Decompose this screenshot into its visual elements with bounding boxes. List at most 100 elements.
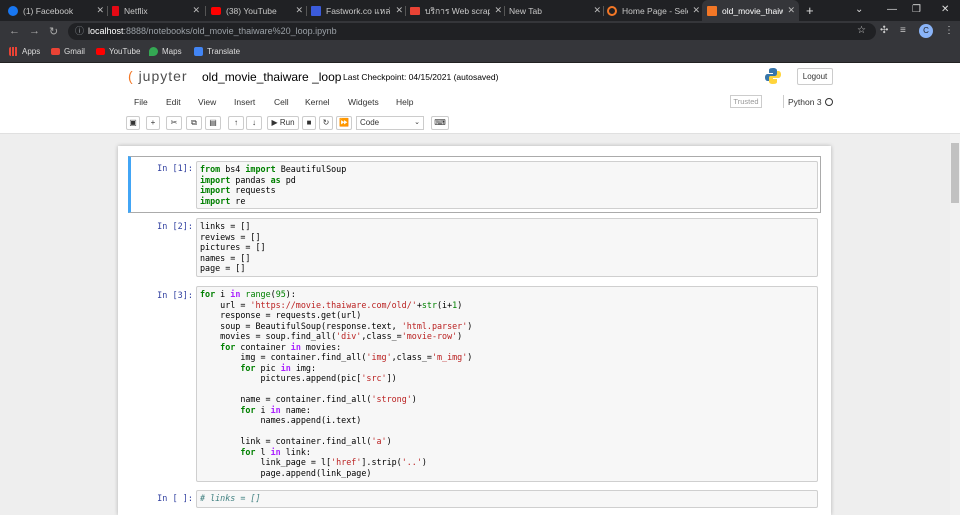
bookmark-youtube[interactable]: YouTube — [96, 47, 140, 56]
menu-kernel[interactable]: Kernel — [305, 97, 330, 107]
back-icon[interactable]: ← — [9, 25, 20, 37]
jupyter-logo[interactable]: ( jupyter — [128, 68, 188, 84]
tab-title: old_movie_thaiwa — [722, 5, 784, 16]
insert-cell-icon[interactable]: + — [146, 116, 160, 130]
cell-type-value: Code — [360, 118, 380, 127]
tab-new-tab[interactable]: New Tab ✕ — [509, 0, 601, 21]
paste-icon[interactable]: ▤ — [205, 116, 221, 130]
url-path: :8888/notebooks/old_movie_thaiware%20_lo… — [123, 26, 337, 36]
close-icon[interactable]: ✕ — [295, 5, 303, 16]
code-editor[interactable]: # links = [] — [196, 490, 818, 508]
kernel-separator — [783, 95, 784, 108]
notebook-name[interactable]: old_movie_thaiware _loop — [202, 70, 341, 84]
media-icon[interactable]: ≡ — [900, 25, 906, 36]
bookmark-label: Maps — [162, 47, 182, 56]
bookmark-star-icon[interactable]: ☆ — [857, 25, 866, 36]
address-bar[interactable]: ⓘ localhost:8888/notebooks/old_movie_tha… — [68, 23, 876, 40]
menu-insert[interactable]: Insert — [234, 97, 255, 107]
tab-search-icon[interactable]: ⌄ — [855, 4, 863, 15]
extensions-icon[interactable]: ✣ — [880, 25, 888, 36]
apps-grid-icon — [9, 47, 18, 56]
run-label: Run — [279, 118, 295, 127]
stop-icon[interactable]: ■ — [302, 116, 316, 130]
run-button[interactable]: ▶ Run — [267, 116, 299, 130]
jupyter-icon — [607, 5, 617, 16]
tab-fastwork[interactable]: Fastwork.co แหล่งร ✕ — [311, 0, 403, 21]
close-icon[interactable]: ✕ — [593, 5, 601, 16]
cell-prompt: In [1]: — [157, 164, 193, 174]
code-editor[interactable]: from bs4 import BeautifulSoup import pan… — [196, 161, 818, 209]
cut-icon[interactable]: ✂ — [166, 116, 182, 130]
tab-notebook-active[interactable]: old_movie_thaiwa ✕ — [702, 0, 799, 21]
move-up-icon[interactable]: ↑ — [228, 116, 244, 130]
logo-text: jupyter — [138, 68, 188, 84]
bookmark-translate[interactable]: Translate — [194, 47, 240, 56]
cell-prompt: In [2]: — [157, 222, 193, 232]
menu-edit[interactable]: Edit — [166, 97, 181, 107]
scrollbar-thumb[interactable] — [951, 143, 959, 203]
reload-icon[interactable]: ↻ — [49, 25, 58, 38]
maximize-icon[interactable]: ❐ — [912, 4, 921, 15]
tab-title: Netflix — [124, 5, 148, 16]
code-editor[interactable]: for i in range(95): url = 'https://movie… — [196, 286, 818, 482]
checkpoint-status: Last Checkpoint: 04/15/2021 (autosaved) — [343, 72, 499, 82]
menu-file[interactable]: File — [134, 97, 148, 107]
copy-icon[interactable]: ⧉ — [186, 116, 202, 130]
cell-prompt: In [ ]: — [157, 494, 193, 504]
trusted-badge[interactable]: Trusted — [730, 95, 762, 108]
menu-help[interactable]: Help — [396, 97, 413, 107]
tab-youtube[interactable]: (38) YouTube ✕ — [211, 0, 303, 21]
youtube-icon — [96, 48, 105, 55]
code-editor[interactable]: links = [] reviews = [] pictures = [] na… — [196, 218, 818, 277]
browser-tab-strip: (1) Facebook ✕ Netflix ✕ (38) YouTube ✕ … — [0, 0, 960, 21]
restart-icon[interactable]: ↻ — [319, 116, 333, 130]
tab-gmail[interactable]: บริการ Web scrapi ✕ — [410, 0, 502, 21]
restart-run-all-icon[interactable]: ⏩ — [336, 116, 352, 130]
bookmark-label: YouTube — [109, 47, 141, 56]
bookmark-maps[interactable]: Maps — [149, 47, 182, 56]
browser-menu-icon[interactable]: ⋮ — [944, 25, 954, 36]
tab-title: New Tab — [509, 5, 542, 16]
translate-icon — [194, 47, 203, 56]
cell-prompt: In [3]: — [157, 291, 193, 301]
minimize-icon[interactable]: — — [887, 4, 897, 15]
close-icon[interactable]: ✕ — [395, 5, 403, 16]
notebook-toolbar — [0, 112, 960, 134]
bookmarks-bar: Apps Gmail YouTube Maps Translate — [0, 42, 960, 63]
close-icon[interactable]: ✕ — [96, 5, 104, 16]
menu-view[interactable]: View — [198, 97, 216, 107]
tab-facebook[interactable]: (1) Facebook ✕ — [8, 0, 104, 21]
menu-cell[interactable]: Cell — [274, 97, 289, 107]
profile-avatar[interactable]: C — [919, 24, 933, 38]
tab-title: (1) Facebook — [23, 5, 74, 16]
close-icon[interactable]: ✕ — [787, 5, 795, 16]
cell-type-select[interactable]: Code ⌄ — [356, 116, 424, 130]
close-icon[interactable]: ✕ — [692, 5, 700, 16]
bookmark-label: Gmail — [64, 47, 85, 56]
browser-toolbar: ← → ↻ ⓘ localhost:8888/notebooks/old_mov… — [0, 21, 960, 42]
url-host: localhost — [88, 26, 124, 36]
forward-icon[interactable]: → — [29, 25, 40, 37]
bookmark-apps[interactable]: Apps — [9, 47, 40, 56]
move-down-icon[interactable]: ↓ — [246, 116, 262, 130]
command-palette-icon[interactable]: ⌨ — [431, 116, 449, 130]
bookmark-label: Translate — [207, 47, 241, 56]
tab-selenium-home[interactable]: Home Page - Sele ✕ — [607, 0, 700, 21]
logout-button[interactable]: Logout — [797, 68, 833, 85]
tab-title: (38) YouTube — [226, 5, 277, 16]
gmail-icon — [51, 48, 60, 55]
info-icon[interactable]: ⓘ — [75, 23, 84, 40]
close-icon[interactable]: ✕ — [192, 5, 200, 16]
fastwork-icon — [311, 5, 321, 16]
close-icon[interactable]: ✕ — [494, 5, 502, 16]
new-tab-button[interactable]: + — [806, 0, 818, 21]
close-window-icon[interactable]: ✕ — [941, 4, 949, 15]
kernel-name[interactable]: Python 3 — [788, 97, 822, 107]
bookmark-gmail[interactable]: Gmail — [51, 47, 85, 56]
netflix-icon — [112, 5, 119, 16]
tab-title: Fastwork.co แหล่งร — [326, 5, 391, 16]
kernel-status-icon — [825, 98, 833, 106]
tab-netflix[interactable]: Netflix ✕ — [112, 0, 200, 21]
save-icon[interactable]: ▣ — [126, 116, 140, 130]
menu-widgets[interactable]: Widgets — [348, 97, 379, 107]
